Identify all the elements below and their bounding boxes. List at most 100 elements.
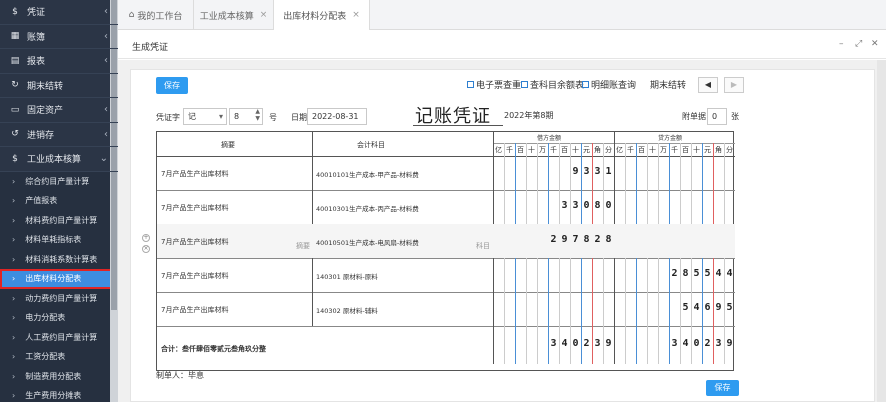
tab-cost-accounting[interactable]: 工业成本核算 × [194, 0, 274, 30]
sidebar-subitem[interactable]: › 电力分配表 [0, 308, 118, 328]
credit-digit: 2 [671, 268, 678, 279]
debit-digit-header: 亿 [495, 146, 502, 154]
sidebar-subitem[interactable]: › 材料单耗指标表 [0, 230, 118, 250]
chevron-right-icon: › [12, 274, 16, 284]
sidebar-subitem[interactable]: › 工资分配表 [0, 347, 118, 367]
summary-cell[interactable]: 7月产品生产出库材料 [161, 169, 228, 179]
einvoice-check-button[interactable]: 电子票查重 [467, 78, 521, 91]
balance-query-button[interactable]: 查科目余额表 [521, 78, 584, 91]
table-row[interactable]: 7月产品生产出库材料 140301 原材料-原料 2 8 5 5 4 4 [157, 258, 735, 292]
chevron-down-icon: ▾ [218, 112, 223, 121]
sidebar-item-reports[interactable]: ▤ 报表 ‹ [0, 49, 118, 74]
credit-digit-header: 百 [638, 146, 645, 154]
sidebar-subitem[interactable]: › 人工费约目产量计算 [0, 327, 118, 347]
sidebar-subitem-label: 人工费约目产量计算 [25, 332, 98, 342]
close-icon[interactable]: ✕ [871, 39, 879, 49]
total-credit-digit: 9 [726, 338, 733, 349]
chevron-left-icon: ‹ [104, 104, 108, 115]
summary-cell[interactable]: 7月产品生产出库材料 [161, 203, 228, 213]
sidebar-subitem-label: 出库材料分配表 [25, 274, 82, 284]
debit-digit: 0 [583, 200, 590, 211]
sidebar-subitem[interactable]: › 材料消耗系数计算表 [0, 249, 118, 269]
period-end-button[interactable]: 期末结转 [650, 78, 686, 91]
table-row[interactable]: 7月产品生产出库材料 40010101生产成本-甲产品-材料费 9 3 3 1 [157, 156, 735, 190]
chevron-right-icon: › [12, 293, 16, 303]
sidebar-subitem[interactable]: › 材料费约目产量计算 [0, 210, 118, 230]
account-cell[interactable]: 40010501生产成本-电风扇-材料费 [316, 237, 419, 247]
maximize-icon[interactable]: ⤢ [855, 39, 862, 49]
credit-digit-header: 万 [660, 146, 667, 154]
sidebar-subitem-active[interactable]: › 出库材料分配表 [0, 269, 118, 289]
stepper-arrows-icon[interactable]: ▲ ▼ [255, 108, 260, 122]
attachment-count-input[interactable]: 0 [707, 108, 727, 125]
content-scrollbar[interactable] [877, 60, 886, 402]
close-icon[interactable]: × [260, 10, 268, 20]
table-row[interactable]: 7月产品生产出库材料 140302 原材料-辅料 5 4 6 9 5 [157, 292, 735, 326]
voucher-number-stepper[interactable]: 8 ▲ ▼ [229, 108, 263, 125]
attachment-suffix: 张 [731, 112, 739, 121]
debit-digit-header: 角 [594, 146, 601, 154]
chevron-right-icon: › [12, 215, 16, 225]
tab-bar: ⌂ 我的工作台 工业成本核算 × 出库材料分配表 × [118, 0, 886, 30]
chevron-right-icon: › [12, 176, 16, 186]
credit-digit: 5 [704, 268, 711, 279]
credit-digit-header: 角 [715, 146, 722, 154]
account-cell[interactable]: 40010301生产成本-丙产品-材料费 [316, 203, 419, 213]
summary-cell[interactable]: 7月产品生产出库材料 [161, 305, 228, 315]
summary-hint: 摘要 [296, 242, 310, 250]
account-cell[interactable]: 140302 原材料-辅料 [316, 305, 378, 315]
sidebar-item-inventory[interactable]: ↺ 进销存 ‹ [0, 123, 118, 147]
summary-cell[interactable]: 7月产品生产出库材料 [161, 237, 228, 247]
sidebar-subitem[interactable]: › 生产费用分摊表 [0, 386, 118, 402]
credit-digit: 5 [726, 302, 733, 313]
chevron-right-icon: › [12, 352, 16, 362]
period-label: 2022年第8期 [504, 111, 554, 120]
detail-query-button[interactable]: 明细账查询 [582, 78, 636, 91]
chevron-right-icon: › [12, 332, 16, 342]
account-cell[interactable]: 140301 原材料-原料 [316, 271, 378, 281]
save-button-bottom[interactable]: 保存 [706, 380, 739, 396]
voucher-word-select[interactable]: 记 ▾ [183, 108, 227, 125]
sidebar-item-period-end[interactable]: ↻ 期末结转 [0, 74, 118, 98]
dollar-icon: $ [12, 6, 18, 17]
sidebar-item-fixed-assets[interactable]: ▭ 固定资产 ‹ [0, 98, 118, 123]
credit-digit-header: 十 [693, 146, 700, 154]
sidebar-subitem[interactable]: › 制造费用分配表 [0, 366, 118, 386]
tab-workbench[interactable]: ⌂ 我的工作台 [118, 0, 194, 30]
next-voucher-button[interactable]: ▶ [724, 77, 744, 93]
save-button[interactable]: 保存 [156, 77, 188, 94]
button-label: 明细账查询 [591, 81, 637, 91]
sidebar-item-cost-accounting[interactable]: $ 工业成本核算 ⌄ [0, 147, 118, 172]
credit-digit-header: 千 [627, 146, 634, 154]
add-row-icon[interactable]: + [142, 234, 150, 242]
total-debit-digit: 2 [583, 338, 590, 349]
credit-digit: 4 [726, 268, 733, 279]
summary-header: 摘要 [221, 141, 235, 149]
debit-digit-header: 万 [539, 146, 546, 154]
account-cell[interactable]: 40010101生产成本-甲产品-材料费 [316, 169, 419, 179]
sidebar-item-label: 固定资产 [27, 106, 64, 117]
sidebar-subitem[interactable]: › 动力费约目产量计算 [0, 288, 118, 308]
sidebar-subitem-label: 材料费约目产量计算 [25, 215, 98, 225]
tab-material-allocation[interactable]: 出库材料分配表 × [274, 0, 370, 30]
remove-row-icon[interactable]: × [142, 245, 150, 253]
sidebar-item-voucher[interactable]: $ 凭证 ‹ [0, 0, 118, 25]
voucher-panel: 保存 电子票查重 查科目余额表 明细账查询 期末结转 ◀ ▶ 凭证字 记 ▾ 8 ▲… [130, 69, 875, 402]
sidebar-subitem[interactable]: › 综合约目产量计算 [0, 171, 118, 191]
prev-voucher-button[interactable]: ◀ [698, 77, 718, 93]
sidebar-subitem[interactable]: › 产值报表 [0, 191, 118, 211]
table-row[interactable]: 7月产品生产出库材料 40010501生产成本-电风扇-材料费 2 9 7 8 2 8 [157, 224, 735, 258]
sidebar-item-ledger[interactable]: ▦ 账簿 ‹ [0, 25, 118, 49]
summary-cell[interactable]: 7月产品生产出库材料 [161, 271, 228, 281]
chevron-left-icon: ‹ [104, 128, 108, 140]
close-icon[interactable]: × [352, 10, 360, 20]
sidebar-subitem-label: 生产费用分摊表 [25, 391, 82, 401]
sidebar-subitem-label: 工资分配表 [25, 352, 66, 362]
debit-digit: 2 [594, 234, 601, 245]
chevron-right-icon: › [12, 371, 16, 381]
tab-label: 我的工作台 [137, 11, 183, 22]
date-input[interactable]: 2022-08-31 [307, 108, 367, 125]
dollar-icon: $ [12, 153, 18, 164]
minimize-icon[interactable]: – [839, 39, 844, 49]
table-row[interactable]: 7月产品生产出库材料 40010301生产成本-丙产品-材料费 3 3 0 8 0 [157, 190, 735, 224]
